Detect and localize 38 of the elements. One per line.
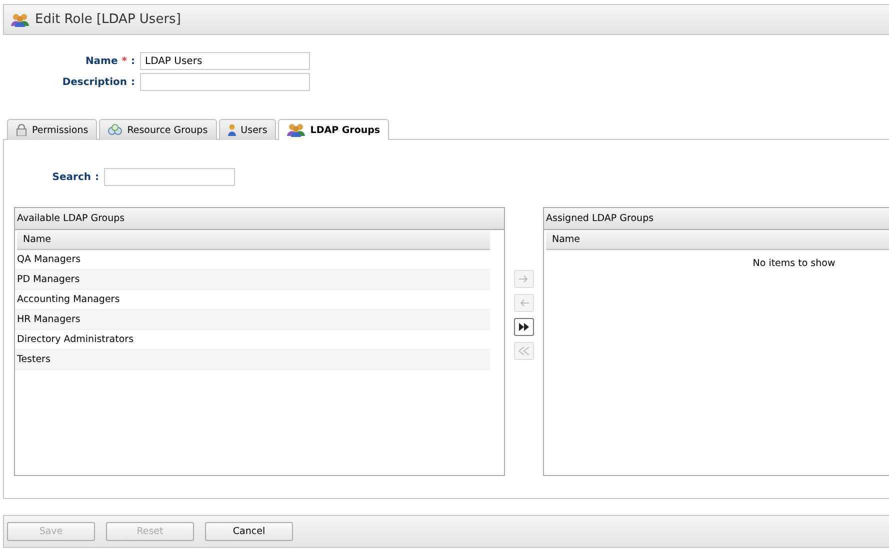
people-icon xyxy=(287,123,306,137)
tab-label: Permissions xyxy=(32,124,88,136)
label-separator: : xyxy=(131,56,135,66)
lock-icon xyxy=(16,124,27,136)
column-header[interactable]: Name xyxy=(17,230,490,250)
circles-icon xyxy=(108,124,122,136)
tab-label: LDAP Groups xyxy=(310,124,380,136)
text-field[interactable]: LDAP Users xyxy=(140,52,310,70)
transfer-button[interactable] xyxy=(514,318,534,336)
label-separator: : xyxy=(131,76,135,88)
panel-title: Assigned LDAP Groups xyxy=(544,208,889,230)
action-button[interactable]: Cancel xyxy=(205,522,293,541)
list-row[interactable]: Testers xyxy=(15,350,490,370)
user-icon xyxy=(228,124,236,136)
tab-label: Users xyxy=(240,124,268,136)
column-header[interactable]: Name xyxy=(546,230,889,250)
list-row[interactable]: HR Managers xyxy=(15,310,490,330)
empty-message: No items to show xyxy=(752,258,836,269)
label-separator: : xyxy=(95,172,99,182)
required-mark: * xyxy=(122,56,127,66)
field-label: Description xyxy=(62,76,127,88)
window-title: Edit Role [LDAP Users] xyxy=(35,12,181,27)
arrow-left-icon xyxy=(519,299,529,307)
tab[interactable]: Users xyxy=(218,119,276,140)
double-arrow-left-icon xyxy=(519,347,529,355)
arrow-right-icon xyxy=(519,275,529,283)
panel-title: Available LDAP Groups xyxy=(15,208,504,230)
text-field[interactable] xyxy=(140,73,310,91)
tab[interactable]: Permissions xyxy=(7,119,98,140)
tab[interactable]: Resource Groups xyxy=(99,119,217,140)
search-label: Search xyxy=(52,172,91,182)
tab[interactable]: LDAP Groups xyxy=(278,119,390,140)
double-arrow-right-icon xyxy=(519,323,529,331)
field-label: Name xyxy=(85,56,118,66)
list-row[interactable]: PD Managers xyxy=(15,270,490,290)
search-field[interactable] xyxy=(104,168,235,186)
people-icon xyxy=(11,12,29,26)
tab-label: Resource Groups xyxy=(127,124,208,136)
